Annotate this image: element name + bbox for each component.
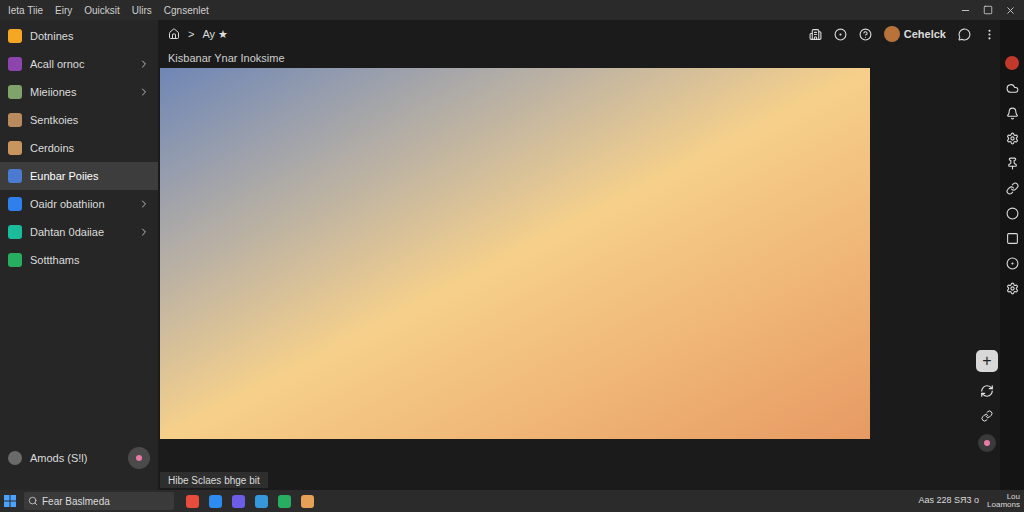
sidebar-item-icon — [8, 29, 22, 43]
footer-icon — [8, 451, 22, 465]
chat-icon[interactable] — [958, 28, 971, 41]
sidebar-item[interactable]: Eunbar Poiies — [0, 162, 158, 190]
help-icon[interactable] — [859, 28, 872, 41]
close-icon[interactable] — [1005, 5, 1016, 16]
sidebar-item-icon — [8, 253, 22, 267]
main: > Ay ★ Cehelck Kisbanar Ynar Inoksime + Hibe … — [158, 20, 1000, 490]
right-rail — [1000, 20, 1024, 490]
chevron-icon — [138, 198, 150, 210]
menu-item[interactable]: Eiry — [55, 3, 72, 18]
content-row: + — [160, 68, 1000, 472]
sidebar-item-icon — [8, 85, 22, 99]
page-title: Kisbanar Ynar Inoksime — [160, 48, 1000, 68]
sidebar-item-icon — [8, 197, 22, 211]
taskbar-app-icon[interactable] — [301, 495, 314, 508]
sidebar-item-icon — [8, 57, 22, 71]
building-icon[interactable] — [809, 28, 822, 41]
pink-dot-button[interactable] — [978, 434, 996, 452]
taskbar-search[interactable]: Fear Baslmeda — [24, 492, 174, 510]
sidebar: DotninesAcall ornocMieiionesSentkoiesCer… — [0, 20, 158, 490]
menu-item[interactable]: Ouicksit — [84, 3, 120, 18]
chevron-icon — [138, 86, 150, 98]
header-row: > Ay ★ Cehelck — [160, 20, 1000, 48]
taskbar: Fear Baslmeda Aas 228 SЯ3 o LouLoamons — [0, 490, 1024, 512]
footer-button[interactable] — [128, 447, 150, 469]
sidebar-item-icon — [8, 113, 22, 127]
sidebar-item-icon — [8, 141, 22, 155]
app-window: Ieta Tiie Eiry Ouicksit Ulirs Cgnsenlet Dotni… — [0, 0, 1024, 512]
chevron-icon — [138, 58, 150, 70]
breadcrumb-separator: > — [188, 26, 194, 43]
search-icon — [28, 496, 38, 506]
body: DotninesAcall ornocMieiionesSentkoiesCer… — [0, 20, 1024, 490]
link-icon[interactable] — [981, 410, 993, 422]
rail-icon[interactable] — [1006, 82, 1019, 95]
clock: LouLoamons — [987, 493, 1020, 510]
taskbar-app-icon[interactable] — [255, 495, 268, 508]
avatar-icon[interactable] — [884, 26, 900, 42]
menu-item[interactable]: Ieta Tiie — [8, 3, 43, 18]
taskbar-app-icon[interactable] — [232, 495, 245, 508]
tray-text: Aas 228 SЯ3 o — [919, 494, 980, 508]
breadcrumb: > Ay ★ — [160, 26, 228, 43]
float-buttons: + — [976, 68, 1000, 472]
taskbar-app-icon[interactable] — [209, 495, 222, 508]
menu-item[interactable]: Cgnsenlet — [164, 3, 209, 18]
sidebar-item[interactable]: Sentkoies — [0, 106, 158, 134]
sidebar-item[interactable]: Acall ornoc — [0, 50, 158, 78]
sidebar-item[interactable]: Dotnines — [0, 22, 158, 50]
sidebar-item-icon — [8, 169, 22, 183]
rail-icon[interactable] — [1006, 282, 1019, 295]
rail-icon[interactable] — [1006, 132, 1019, 145]
taskbar-app-icon[interactable] — [278, 495, 291, 508]
sidebar-footer: Amods (S!l) — [0, 446, 158, 470]
rail-icon[interactable] — [1006, 157, 1019, 170]
taskbar-app-icon[interactable] — [186, 495, 199, 508]
dot-icon — [136, 455, 142, 461]
chevron-icon — [138, 226, 150, 238]
notification-icon[interactable] — [1005, 56, 1019, 70]
window-controls — [960, 5, 1024, 16]
rail-icon[interactable] — [1006, 107, 1019, 120]
taskbar-apps — [182, 495, 314, 508]
title-bar: Ieta Tiie Eiry Ouicksit Ulirs Cgnsenlet — [0, 0, 1024, 20]
sidebar-item[interactable]: Mieiiones — [0, 78, 158, 106]
dot-icon — [984, 440, 990, 446]
sidebar-item[interactable]: Sottthams — [0, 246, 158, 274]
sidebar-item[interactable]: Cerdoins — [0, 134, 158, 162]
rail-icon[interactable] — [1006, 207, 1019, 220]
sidebar-item[interactable]: Dahtan 0daiiae — [0, 218, 158, 246]
more-icon[interactable] — [983, 28, 996, 41]
add-button[interactable]: + — [976, 350, 998, 372]
rail-icon[interactable] — [1006, 182, 1019, 195]
sidebar-item[interactable]: Oaidr obathiion — [0, 190, 158, 218]
windows-icon[interactable] — [4, 495, 16, 507]
toolbar: Cehelck — [809, 26, 1000, 43]
caption: Hibe Sclaes bhge bit — [160, 472, 268, 488]
menu-bar: Ieta Tiie Eiry Ouicksit Ulirs Cgnsenlet — [0, 3, 209, 18]
breadcrumb-item[interactable]: Ay ★ — [202, 26, 228, 43]
rail-icon[interactable] — [1006, 232, 1019, 245]
caption-row: Hibe Sclaes bhge bit — [160, 472, 1000, 490]
home-icon[interactable] — [168, 28, 180, 40]
menu-item[interactable]: Ulirs — [132, 3, 152, 18]
circle-icon[interactable] — [834, 28, 847, 41]
minimize-icon[interactable] — [960, 5, 971, 16]
refresh-icon[interactable] — [980, 384, 994, 398]
user-name[interactable]: Cehelck — [904, 26, 946, 43]
rail-icon[interactable] — [1006, 257, 1019, 270]
sidebar-item-icon — [8, 225, 22, 239]
illustration — [160, 68, 870, 439]
maximize-icon[interactable] — [983, 5, 993, 15]
